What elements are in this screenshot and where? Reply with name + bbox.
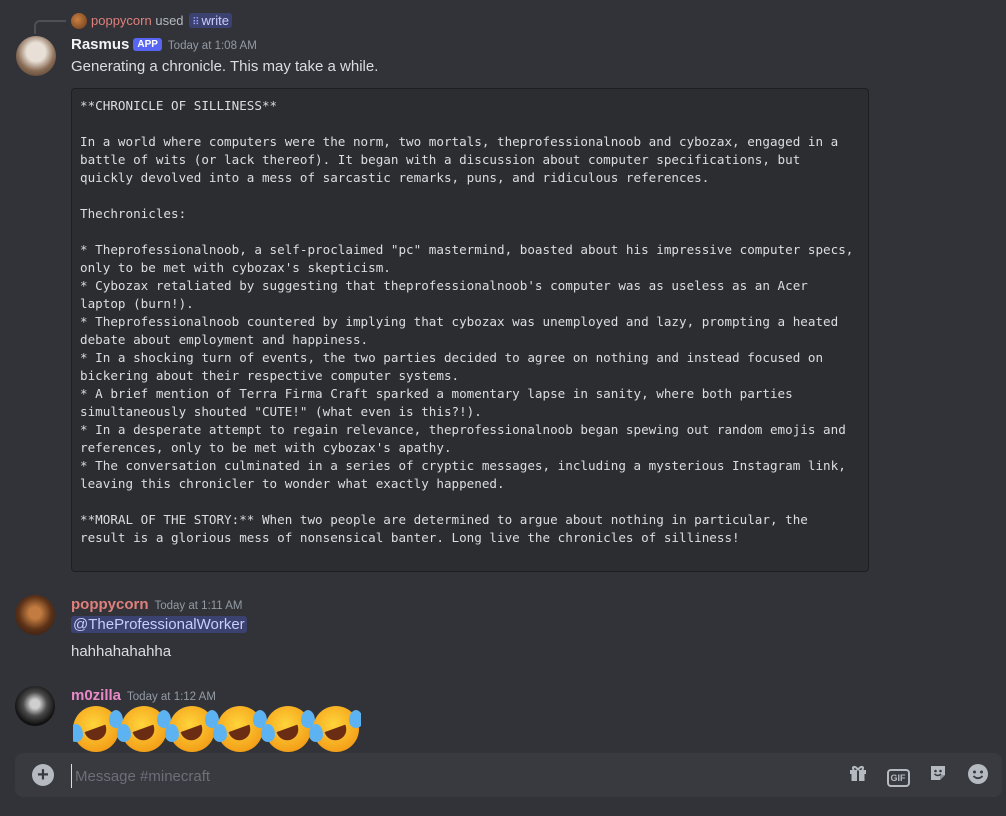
code-block: **CHRONICLE OF SILLINESS** In a world wh…	[71, 88, 869, 572]
avatar[interactable]	[15, 686, 55, 726]
emoji-mouth	[228, 724, 254, 744]
user-mention[interactable]: @TheProfessionalWorker	[71, 616, 247, 633]
reply-verb: used	[155, 13, 184, 28]
rofl-emoji-icon[interactable]	[73, 706, 123, 752]
reply-user-avatar[interactable]	[71, 13, 87, 29]
rofl-emoji-icon[interactable]	[165, 706, 219, 752]
reply-context[interactable]: poppycorn used ⠿ write	[91, 13, 232, 28]
author-name[interactable]: poppycorn	[71, 596, 149, 613]
avatar[interactable]	[15, 595, 55, 635]
slash-command-icon: ⠿	[192, 17, 200, 28]
timestamp[interactable]: Today at 1:12 AM	[127, 691, 216, 703]
message-text: Generating a chronicle. This may take a …	[71, 58, 379, 75]
reply-connector	[34, 20, 66, 34]
avatar[interactable]	[16, 36, 56, 76]
emoji-icon[interactable]	[966, 763, 990, 787]
gift-icon[interactable]	[846, 763, 870, 787]
gif-button[interactable]: GIF	[886, 763, 910, 787]
message-composer: + GIF	[15, 753, 1002, 797]
emoji-mouth	[324, 724, 350, 744]
command-name: write	[201, 13, 229, 28]
rofl-emoji-icon[interactable]	[117, 706, 171, 752]
emoji-mouth	[180, 724, 206, 744]
message-input[interactable]	[71, 764, 777, 788]
app-badge: APP	[133, 38, 162, 51]
timestamp[interactable]: Today at 1:08 AM	[168, 40, 257, 52]
rofl-emoji-icon[interactable]	[213, 706, 267, 752]
author-name[interactable]: Rasmus	[71, 36, 129, 53]
rofl-emoji-icon[interactable]	[309, 706, 361, 752]
emoji-mouth	[276, 724, 302, 744]
author-name[interactable]: m0zilla	[71, 687, 121, 704]
sticker-icon[interactable]	[926, 763, 950, 787]
reply-username[interactable]: poppycorn	[91, 13, 152, 28]
command-pill[interactable]: ⠿ write	[189, 13, 232, 28]
rofl-emoji-icon[interactable]	[261, 706, 315, 752]
message-text: hahhahahahha	[71, 643, 172, 660]
emoji-mouth	[132, 724, 158, 744]
timestamp[interactable]: Today at 1:11 AM	[155, 600, 243, 612]
emoji-row	[73, 706, 361, 752]
emoji-mouth	[84, 724, 110, 744]
add-attachment-button[interactable]: +	[32, 764, 54, 786]
gif-icon: GIF	[886, 769, 910, 787]
